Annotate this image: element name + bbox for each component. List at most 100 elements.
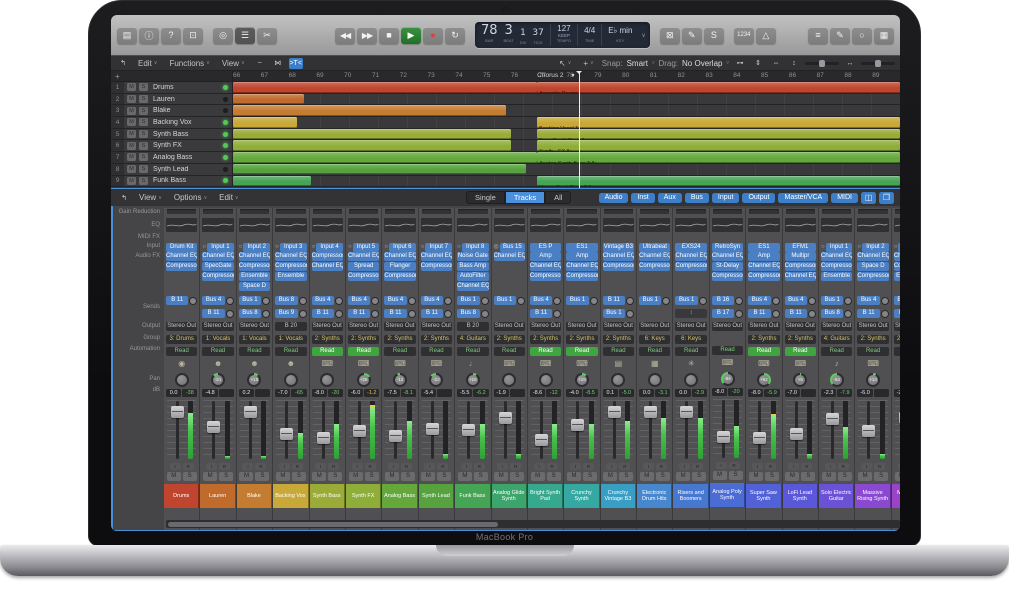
record-arm-button[interactable]: R [437,463,448,470]
automation-slot[interactable]: Read [237,347,272,358]
output-slot[interactable]: Stereo Out [419,322,454,334]
record-arm-button[interactable]: R [328,463,339,470]
menu-edit[interactable]: Edit∨ [134,59,161,68]
input-slot[interactable]: ○Input 1 [200,242,235,252]
strip-name-label[interactable]: Synth Bass [310,484,345,508]
fader-handle[interactable] [571,419,584,431]
solo-button[interactable]: S [437,472,451,481]
strip-name-label[interactable]: Analog Bass [382,484,417,508]
fx-plugin[interactable]: Compressor [421,262,452,271]
solo-button[interactable]: S [801,472,815,481]
fx-plugin[interactable]: Channel EQ [239,252,270,261]
group-slot[interactable]: 2: Synths [892,335,900,346]
eq-thumbnail[interactable] [200,218,235,235]
input-name[interactable]: Input 8 [462,243,489,252]
pan-knob[interactable] [539,373,553,387]
strip-name-label[interactable]: Crunchy Vintage B3 [601,484,636,508]
fx-plugin[interactable]: Flanger [384,262,415,271]
output-slot[interactable]: Stereo Out [783,322,818,334]
send-knob[interactable] [262,310,270,318]
fader-value[interactable]: -7.0 [785,389,800,397]
output-slot[interactable]: Stereo Out [346,322,381,334]
send-slot[interactable]: B 11 [200,307,235,320]
solo-button[interactable]: S [139,83,148,91]
group-slot[interactable]: 2: Synths [564,335,599,346]
send-bus[interactable]: B 11 [894,309,900,318]
send-slot[interactable]: ↕ [673,307,708,320]
mute-button[interactable]: M [127,177,136,185]
input-monitor-button[interactable]: I [898,463,901,470]
group-slot[interactable]: 4: Guitars [819,335,854,346]
record-arm-button[interactable]: R [183,463,194,470]
mute-button[interactable]: M [276,472,290,481]
send-knob[interactable] [371,297,379,305]
record-enable-dot[interactable] [223,167,228,172]
input-name[interactable]: Drum Kit [166,243,197,252]
group-slot[interactable]: 2: Synths [346,335,381,346]
input-monitor-button[interactable]: I [861,463,872,470]
send-knob[interactable] [553,310,561,318]
automation-mode[interactable]: Read [603,347,634,356]
midi-fx-slot[interactable] [200,235,235,242]
fader-value[interactable]: -8.6 [530,389,545,397]
fx-plugin[interactable]: Compressor [821,262,852,271]
send-slot[interactable]: B 11 [346,307,381,320]
send-slot[interactable]: Bus 4 [783,294,818,307]
filter-audio[interactable]: Audio [599,193,629,203]
input-slot[interactable]: ES P [528,242,563,252]
tuner-button[interactable]: ⊠ [660,27,680,44]
pan-knob[interactable]: -64 [830,373,844,387]
record-arm-button[interactable]: R [801,463,812,470]
pan-knob[interactable]: +62 [757,373,771,387]
send-knob[interactable] [626,310,634,318]
record-enable-dot[interactable] [223,120,228,125]
group-slot[interactable]: 4: Guitars [455,335,490,346]
send-bus[interactable]: B 11 [748,309,770,318]
strip-name-label[interactable]: Solo Electric Guitar [819,484,854,508]
automation-mode[interactable]: Read [421,347,452,356]
send-knob[interactable] [226,297,234,305]
fx-plugin[interactable]: Ensemble [821,272,852,281]
automation-slot[interactable]: Read [710,346,745,357]
send-bus[interactable]: Bus 4 [348,296,370,305]
forward-button[interactable]: ▶▶ [357,27,377,44]
peak-value[interactable]: -1.2 [364,389,379,397]
solo-button[interactable]: S [510,472,524,481]
fx-plugin[interactable]: Compressor [239,262,270,271]
mute-button[interactable]: M [567,472,581,481]
input-monitor-button[interactable]: I [716,462,727,469]
send-slot[interactable]: Bus 4 [310,294,345,307]
mute-button[interactable]: M [167,472,181,481]
peak-value[interactable] [874,389,889,397]
peak-value[interactable] [219,389,234,397]
output-slot[interactable]: Stereo Out [200,322,235,334]
fx-plugin[interactable]: Compressor [785,262,816,271]
fx-plugin[interactable]: Channel EQ [348,252,379,261]
send-bus[interactable]: B 11 [421,309,443,318]
solo-button[interactable]: S [292,472,306,481]
solo-button[interactable]: S [729,471,743,480]
fx-plugin[interactable]: Channel EQ [894,252,900,261]
fader-handle[interactable] [717,431,730,443]
pan-knob[interactable]: -12 [393,373,407,387]
mute-button[interactable]: M [603,472,617,481]
midi-fx-slot[interactable] [492,235,527,242]
fx-plugin[interactable]: Channel EQ [312,262,343,271]
input-monitor-button[interactable]: I [752,463,763,470]
left-click-tool[interactable]: ↖∨ [555,59,575,68]
input-slot[interactable]: Ultrabeat [637,242,672,252]
output-name[interactable]: Stereo Out [348,322,379,331]
fx-plugin[interactable]: Space D [857,262,888,271]
send-knob[interactable] [481,310,489,318]
record-arm-button[interactable]: R [510,463,521,470]
region[interactable] [233,117,297,128]
pan-knob[interactable] [175,373,189,387]
send-bus[interactable]: Bus 4 [894,296,900,305]
send-slot[interactable]: Bus 8 [273,294,308,307]
eq-thumbnail[interactable] [455,218,490,235]
automation-mode[interactable]: Read [384,347,415,356]
solo-button[interactable]: S [139,130,148,138]
fader-value[interactable]: -6.0 [857,389,872,397]
group-name[interactable]: 2: Synths [785,335,816,344]
eq-thumbnail[interactable] [382,218,417,235]
